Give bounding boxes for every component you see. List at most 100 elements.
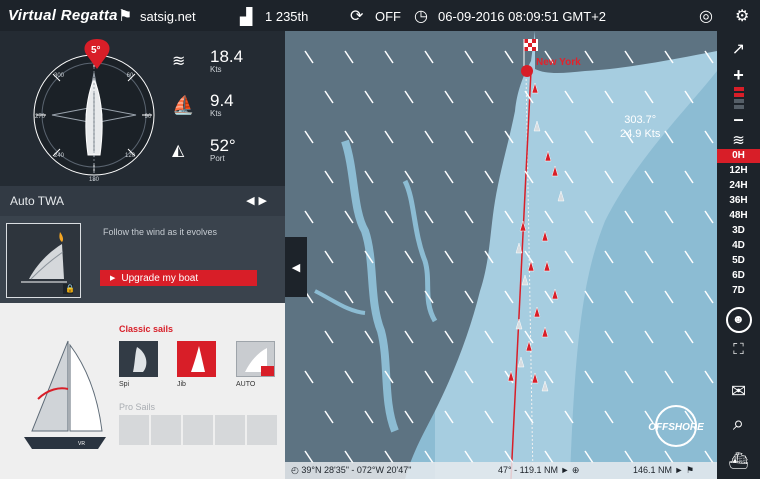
left-panel: 180 270 90 300 60 240 120 5° ≋ 18.4 Kts … — [0, 31, 285, 479]
heading-distance-text: 47° - 119.1 NM — [498, 465, 558, 475]
twa-value: 52° — [210, 136, 236, 155]
autopilot-mode-label: Auto TWA — [10, 194, 65, 208]
play-icon: ▶ — [110, 275, 116, 282]
mail-icon[interactable]: ✉ — [717, 381, 760, 402]
timeline-item-3d[interactable]: 3D — [717, 224, 760, 238]
sail-auto-label: AUTO — [236, 381, 256, 388]
auto-twa-thumbnail: 🔒 — [6, 223, 81, 298]
instrument-panel: 180 270 90 300 60 240 120 5° ≋ 18.4 Kts … — [0, 31, 285, 186]
autopilot-mode-bar: Auto TWA ◀▶ — [0, 186, 285, 216]
mode-prev-button[interactable]: ◀ — [246, 195, 258, 207]
wind-layer-icon[interactable]: ≋ — [717, 131, 760, 149]
wind-icon: ≋ — [172, 53, 186, 70]
distance-to-finish: 146.1 NM ► ⚑ — [633, 465, 694, 476]
boat-illustration: VR — [24, 340, 106, 449]
settings-gear-icon[interactable]: ⚙ — [735, 6, 749, 26]
distance-to-finish-text: 146.1 NM — [633, 465, 673, 475]
sync-state[interactable]: OFF — [375, 9, 401, 24]
ranking-value[interactable]: 1 235th — [265, 9, 308, 24]
arrow-right-icon: ► ⊕ — [557, 465, 580, 475]
collapse-panel-button[interactable]: ◀ — [285, 237, 307, 297]
svg-text:180: 180 — [89, 177, 100, 183]
timeline-item-12h[interactable]: 12H — [717, 164, 760, 178]
players-icon: ☻ — [732, 312, 745, 326]
boat-speed-unit: Kts — [210, 109, 222, 118]
pro-sail-4-button[interactable] — [215, 415, 245, 445]
sails-panel: VR Classic sails Spi Jib AUTO Pro Sails — [0, 303, 285, 479]
wind-speed-unit: Kts — [210, 65, 222, 74]
players-button[interactable]: ☻ — [726, 307, 752, 333]
offshore-logo: OFFSHORE — [648, 405, 704, 447]
search-icon[interactable]: ⌕ — [717, 413, 760, 436]
flag-icon: ⚑ — [118, 8, 133, 25]
pro-sail-1-button[interactable] — [119, 415, 149, 445]
sail-jib-label: Jib — [177, 381, 186, 388]
sail-spi-label: Spi — [119, 381, 130, 388]
clock-icon: ◷ — [414, 8, 428, 25]
svg-text:120: 120 — [125, 153, 136, 159]
help-lifebuoy-icon[interactable]: ◎ — [699, 6, 713, 26]
wind-direction: 303.7° — [624, 114, 657, 126]
zoom-out-button[interactable]: – — [717, 109, 760, 130]
destination-label: New York — [536, 57, 581, 68]
offshore-logo-text: OFFSHORE — [648, 422, 704, 433]
timeline-item-36h[interactable]: 36H — [717, 194, 760, 208]
wind-info: 303.7° 24.9 Kts — [620, 113, 660, 141]
compass[interactable]: 180 270 90 300 60 240 120 — [4, 33, 169, 188]
finish-small-icon: ► ⚑ — [672, 465, 695, 475]
svg-text:60: 60 — [127, 73, 134, 79]
sail-jib-button[interactable] — [177, 341, 216, 377]
timeline-item-6d[interactable]: 6D — [717, 269, 760, 283]
cursor-coordinates: ◴ 39°N 28'35" - 072°W 20'47" — [291, 465, 411, 476]
cursor-coordinates-text: 39°N 28'35" - 072°W 20'47" — [301, 465, 412, 475]
timeline-item-4d[interactable]: 4D — [717, 239, 760, 253]
mode-next-button[interactable]: ▶ — [259, 195, 271, 207]
twa-sail-icon: ◭ — [172, 142, 185, 159]
right-toolbar: ↗ + – ≋ 0H 12H 24H 36H 48H 3D 4D 5D 6D 7D ☻ ⛶ ✉ ⌕… — [717, 31, 760, 479]
timeline-item-24h[interactable]: 24H — [717, 179, 760, 193]
pro-sail-2-button[interactable] — [151, 415, 181, 445]
lock-icon: 🔒 — [65, 284, 75, 293]
timeline-item-7d[interactable]: 7D — [717, 284, 760, 298]
heading-badge: 5° — [91, 45, 101, 56]
autopilot-panel: 🔒 Follow the wind as it evolves ▶ Upgrad… — [0, 216, 285, 303]
twa-side: Port — [210, 154, 225, 163]
svg-text:VR: VR — [78, 441, 85, 447]
map-status-bar: ◴ 39°N 28'35" - 072°W 20'47" 47° - 119.1… — [285, 462, 717, 479]
wind-speed-value: 18.4 — [210, 47, 244, 66]
top-bar: Virtual Regatta ⚑ satsig.net ▟ 1 235th ⟳… — [0, 0, 760, 31]
wind-speed: 24.9 Kts — [620, 128, 661, 140]
ship-icon: ▟ — [240, 9, 253, 26]
svg-text:270: 270 — [35, 114, 46, 120]
wind-speed-readout: ≋ 18.4 Kts — [172, 48, 243, 74]
site-name[interactable]: satsig.net — [140, 9, 196, 24]
svg-text:90: 90 — [145, 114, 152, 120]
pro-sail-3-button[interactable] — [183, 415, 213, 445]
chevron-left-icon: ◀ — [291, 261, 301, 274]
brand-logo: Virtual Regatta — [8, 7, 118, 24]
compass-small-icon: ◴ — [291, 465, 302, 475]
classic-sails-title: Classic sails — [119, 324, 174, 334]
timeline-item-48h[interactable]: 48H — [717, 209, 760, 223]
game-datetime: 06-09-2016 08:09:51 GMT+2 — [438, 9, 607, 24]
heading-distance: 47° - 119.1 NM ► ⊕ — [498, 465, 579, 476]
twa-readout: ◭ 52° Port — [172, 137, 236, 163]
autopilot-description: Follow the wind as it evolves — [103, 227, 218, 237]
fullscreen-icon[interactable]: ⛶ — [717, 341, 760, 358]
pro-sails-title: Pro Sails — [119, 402, 156, 412]
svg-text:300: 300 — [54, 73, 65, 79]
sync-icon[interactable]: ⟳ — [350, 6, 363, 26]
zoom-in-button[interactable]: + — [717, 65, 760, 86]
share-icon[interactable]: ↗ — [717, 39, 760, 59]
sail-auto-button[interactable] — [236, 341, 275, 377]
upgrade-boat-button[interactable]: ▶ Upgrade my boat — [100, 270, 257, 286]
sail-speed-icon: ⛵ — [172, 94, 195, 115]
pro-sail-5-button[interactable] — [247, 415, 277, 445]
timeline-item-5d[interactable]: 5D — [717, 254, 760, 268]
upgrade-boat-label: Upgrade my boat — [121, 272, 199, 284]
boat-speed-readout: ⛵ 9.4 Kts — [172, 92, 234, 118]
timeline-item-0h[interactable]: 0H — [717, 149, 760, 163]
boat-icon[interactable]: ⛴ — [717, 451, 760, 471]
svg-text:240: 240 — [54, 153, 65, 159]
sail-spi-button[interactable] — [119, 341, 158, 377]
